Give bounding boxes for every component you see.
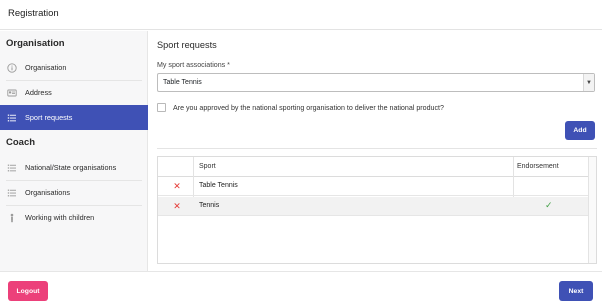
section-divider [157, 148, 597, 149]
sidebar-item-label: Working with children [25, 213, 95, 222]
sidebar-item-working-with-children[interactable]: Working with children [0, 205, 148, 230]
table-header: Sport Endorsement [158, 157, 596, 177]
column-header-sport[interactable]: Sport [199, 163, 216, 170]
footer: Logout Next [0, 271, 602, 306]
sidebar-item-organisation[interactable]: Organisation [0, 55, 148, 80]
sidebar-item-label: National/State organisations [25, 163, 117, 172]
top-bar: Registration [0, 0, 602, 30]
approval-row: Are you approved by the national sportin… [157, 103, 444, 112]
sidebar-section-organisation-title: Organisation [6, 38, 65, 49]
checkmark-icon: ✓ [545, 200, 553, 210]
sidebar-item-national-state-organisations[interactable]: National/State organisations [0, 155, 148, 180]
child-icon [7, 213, 17, 223]
add-button[interactable]: Add [565, 121, 595, 140]
list-icon [7, 188, 17, 198]
sidebar-item-label: Sport requests [25, 113, 73, 122]
table-scrollbar[interactable] [588, 157, 596, 263]
info-icon [7, 62, 17, 73]
sidebar-item-label: Organisation [25, 63, 67, 72]
approval-question: Are you approved by the national sportin… [173, 103, 444, 112]
sidebar-item-address[interactable]: Address [0, 80, 148, 105]
table-row[interactable]: ✕ Table Tennis [158, 177, 588, 196]
list-icon [7, 113, 17, 123]
column-header-endorsement[interactable]: Endorsement [517, 163, 559, 170]
sidebar: Organisation Organisation Address Sport … [0, 31, 148, 271]
logout-button[interactable]: Logout [8, 281, 48, 301]
main-content: Sport requests My sport associations * T… [149, 31, 602, 271]
window-title: Registration [8, 8, 59, 19]
sport-associations-select[interactable]: Table Tennis ▼ [157, 73, 595, 92]
sidebar-item-organisations[interactable]: Organisations [0, 180, 148, 205]
sport-associations-value: Table Tennis [163, 79, 202, 86]
table-cell-sport: Tennis [199, 202, 220, 209]
chevron-down-icon[interactable]: ▼ [583, 74, 594, 91]
sidebar-item-sport-requests[interactable]: Sport requests [0, 105, 148, 130]
table-row[interactable]: ✕ Tennis ✓ [158, 197, 588, 216]
sidebar-item-label: Organisations [25, 188, 71, 197]
sidebar-item-label: Address [25, 88, 52, 97]
delete-icon[interactable]: ✕ [172, 200, 182, 212]
delete-icon[interactable]: ✕ [172, 180, 182, 192]
address-card-icon [7, 88, 17, 98]
sport-associations-label: My sport associations * [157, 61, 230, 69]
approval-checkbox[interactable] [157, 103, 166, 112]
sidebar-section-coach-title: Coach [6, 137, 36, 148]
sports-table: Sport Endorsement ✕ Table Tennis ✕ Tenni… [157, 156, 597, 264]
next-button[interactable]: Next [559, 281, 593, 301]
list-icon [7, 163, 17, 173]
table-cell-sport: Table Tennis [199, 182, 238, 189]
page-title: Sport requests [157, 40, 217, 50]
